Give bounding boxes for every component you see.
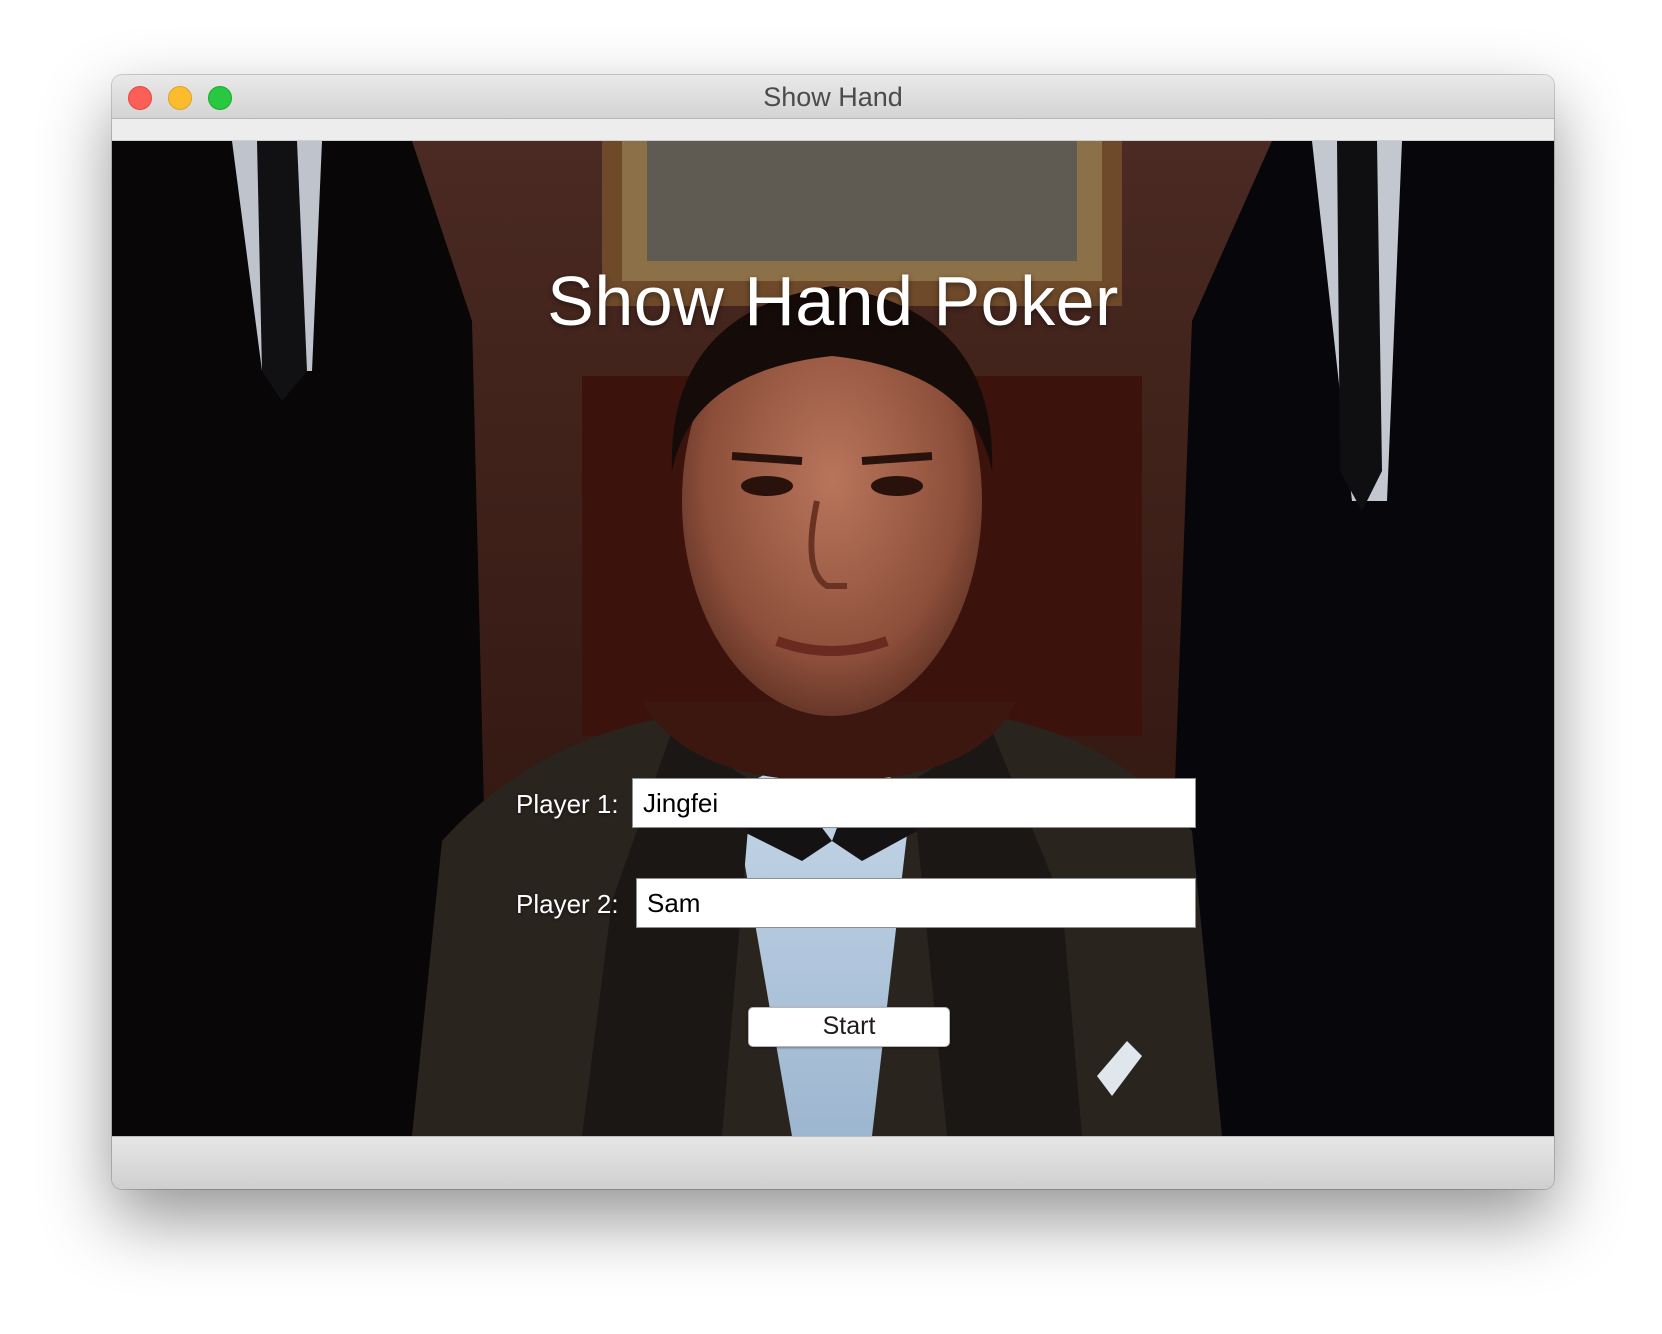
bottom-bar	[112, 1136, 1554, 1189]
app-window: Show Hand Show Hand Poker Player 1: Jing…	[112, 75, 1554, 1189]
player1-name-input[interactable]	[632, 778, 1196, 828]
toolbar-strip	[112, 119, 1554, 141]
player1-label: Player 1:	[516, 789, 619, 819]
start-button[interactable]: Start	[748, 1007, 950, 1047]
player2-name-input[interactable]	[636, 878, 1196, 928]
player2-label: Player 2:	[516, 889, 619, 919]
title-bar[interactable]: Show Hand	[112, 75, 1554, 119]
background-scene: Show Hand Poker Player 1: Player 2: Star…	[112, 141, 1554, 1136]
game-title: Show Hand Poker	[547, 262, 1119, 340]
window-title: Show Hand	[763, 82, 903, 112]
